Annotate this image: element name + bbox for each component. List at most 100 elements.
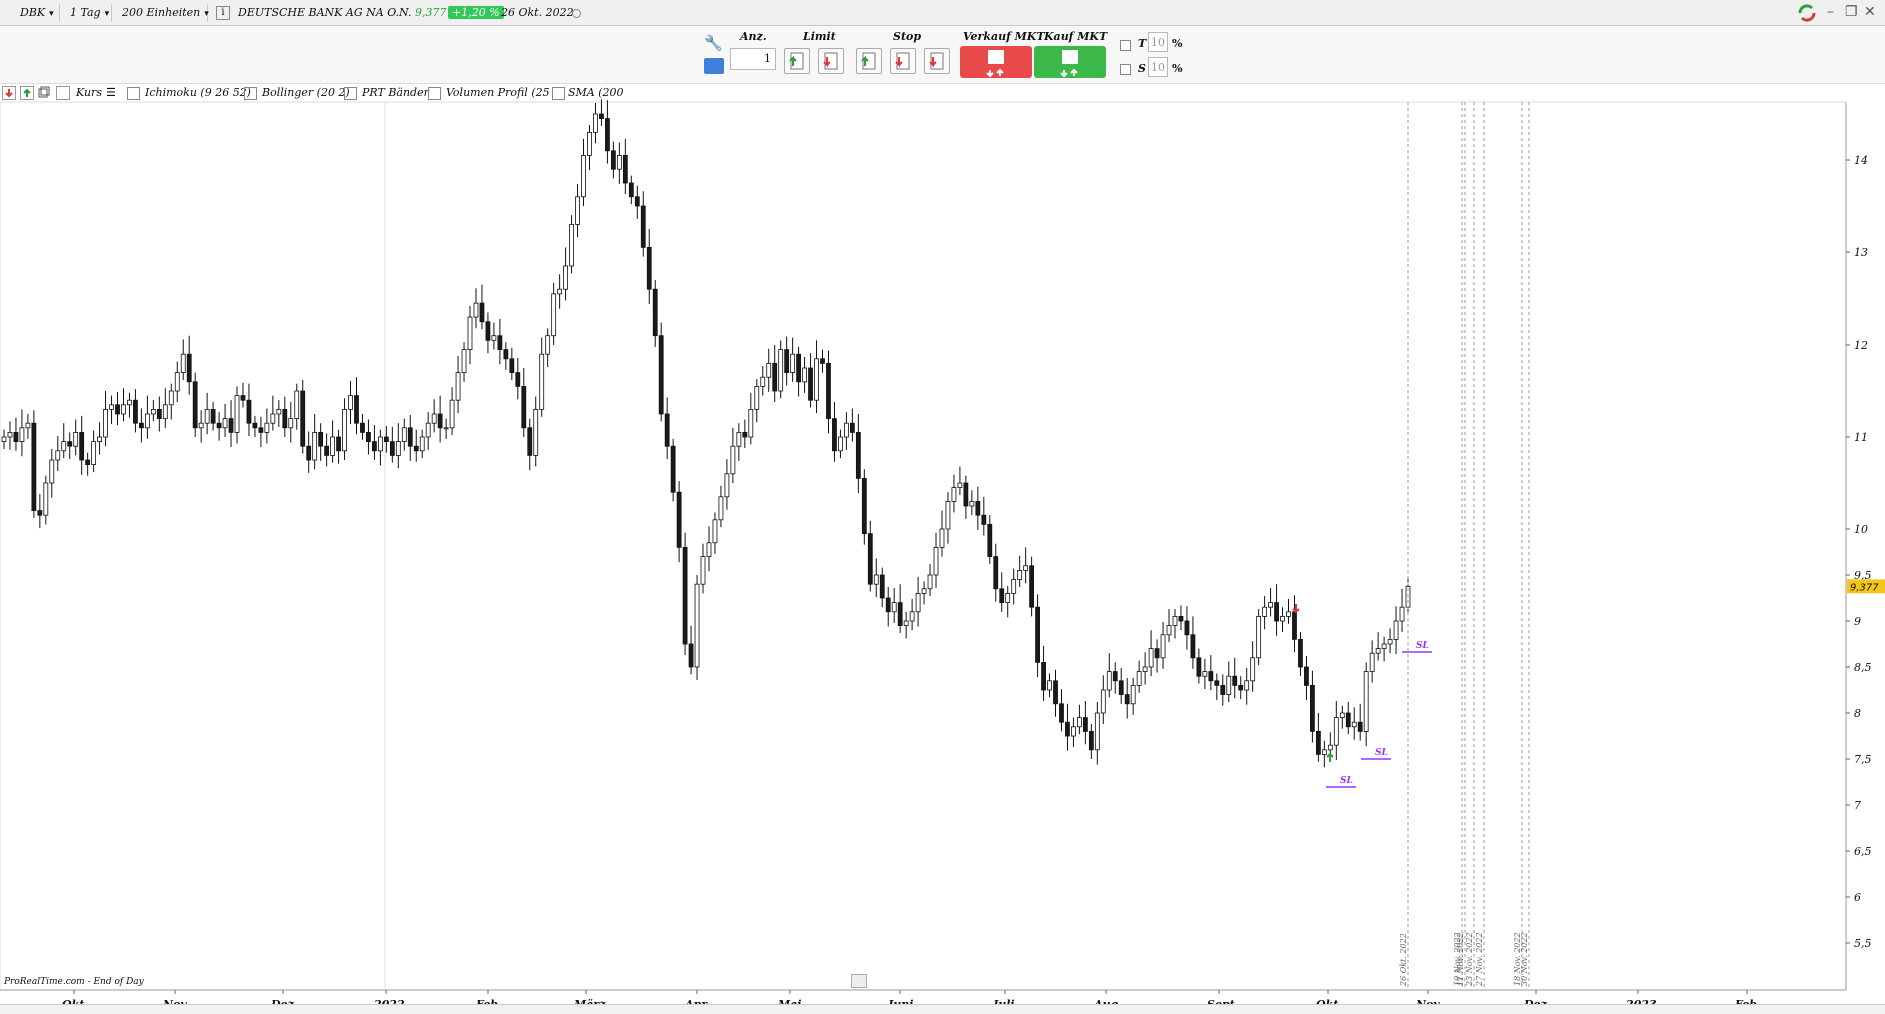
s-input[interactable]: 10	[1148, 57, 1168, 77]
candle-body	[551, 293, 557, 337]
candle-body	[31, 422, 37, 512]
indicator-kurs[interactable]: Kurs	[76, 86, 102, 99]
candle-body	[832, 418, 837, 452]
prt-bands-checkbox[interactable]	[344, 87, 357, 100]
candle-body	[276, 408, 282, 415]
candle-body	[1154, 648, 1160, 659]
qty-input[interactable]: 1	[730, 48, 776, 70]
stop-sell-button[interactable]	[890, 48, 916, 74]
candle-body	[461, 349, 467, 374]
candle-body	[796, 353, 802, 383]
limit-sell-button[interactable]	[818, 48, 844, 74]
stop-limit-button[interactable]	[924, 48, 950, 74]
volume-profile-checkbox[interactable]	[428, 87, 441, 100]
candle-body	[784, 349, 790, 374]
candle-body	[1357, 721, 1363, 732]
candle-body	[372, 441, 377, 452]
info-icon[interactable]: i	[216, 6, 230, 20]
candle-body	[1047, 680, 1052, 691]
bollinger-checkbox[interactable]	[244, 87, 257, 100]
candle-body	[969, 500, 975, 507]
stop-loss-label: SL	[1340, 776, 1353, 786]
candle-body	[1214, 680, 1220, 686]
symbol-select[interactable]: DBK ▾	[16, 4, 60, 22]
calendar-icon[interactable]	[851, 974, 867, 988]
candle-body	[479, 302, 485, 323]
candle-body	[1286, 611, 1291, 617]
sync-icon[interactable]	[1797, 4, 1817, 26]
candle-body	[348, 395, 353, 410]
candle-body	[252, 422, 258, 429]
ichimoku-checkbox[interactable]	[127, 87, 140, 100]
candle-body	[300, 390, 306, 447]
indicator-sma[interactable]: SMA (200	[568, 86, 624, 99]
candle-body	[473, 302, 479, 318]
checkbox-icon[interactable]	[56, 86, 70, 100]
candle-body	[294, 390, 300, 420]
candle-body	[700, 556, 706, 585]
stop-buy-button[interactable]	[856, 48, 882, 74]
candle-body	[49, 459, 55, 484]
candle-body	[622, 155, 628, 184]
indicator-volume-profile[interactable]: Volumen Profil (25	[446, 86, 550, 99]
candle-body	[204, 408, 210, 424]
candle-body	[198, 422, 204, 429]
candle-body	[401, 427, 407, 442]
restore-icon[interactable]: ❐	[1845, 4, 1858, 20]
sma-checkbox[interactable]	[552, 87, 565, 100]
indicator-prt-bands[interactable]: PRT Bänder	[362, 86, 429, 99]
candle-body	[1071, 726, 1076, 737]
list-icon[interactable]: ☰	[106, 86, 116, 99]
candle-body	[1315, 731, 1321, 755]
keypad-icon[interactable]	[704, 58, 724, 74]
candle-body	[1339, 712, 1345, 718]
stop-loss-checkbox[interactable]	[1120, 64, 1131, 75]
candle-body	[1244, 680, 1250, 691]
wrench-icon[interactable]: 🔧	[704, 34, 724, 54]
candle-body	[760, 376, 766, 387]
candle-body	[1220, 685, 1226, 696]
t-input[interactable]: 10	[1148, 32, 1168, 52]
candle-body	[360, 422, 365, 433]
y-tick-label: 8	[1854, 707, 1861, 720]
candle-body	[545, 335, 551, 355]
candle-body	[1011, 579, 1017, 594]
window-icon[interactable]	[38, 86, 50, 98]
y-tick-label: 8,5	[1854, 661, 1872, 674]
price-chart[interactable]: 5,566,577,588,599,51011121314Okt.Nov.Dez…	[0, 84, 1885, 1004]
candle-body	[127, 399, 132, 406]
candle-body	[1190, 634, 1196, 659]
quote-date: 26 Okt. 2022	[501, 6, 574, 19]
candle-body	[1017, 569, 1023, 580]
interval-select[interactable]: 1 Tag ▾	[66, 4, 112, 22]
candle-body	[485, 321, 491, 341]
units-select[interactable]: 200 Einheiten ▾	[118, 4, 209, 22]
candle-body	[366, 431, 371, 442]
buy-market-button[interactable]	[1034, 46, 1106, 78]
candle-body	[772, 362, 778, 392]
chevron-down-icon: ▾	[104, 9, 110, 19]
minimize-icon[interactable]: –	[1827, 4, 1834, 20]
indicator-bollinger[interactable]: Bollinger (20 2)	[262, 86, 350, 99]
indicator-ichimoku[interactable]: Ichimoku (9 26 52)	[145, 86, 251, 99]
candle-body	[1124, 694, 1130, 705]
candle-body	[246, 399, 252, 424]
candle-body	[79, 431, 85, 461]
close-icon[interactable]: ✕	[1864, 4, 1876, 20]
take-profit-checkbox[interactable]	[1120, 40, 1131, 51]
candle-body	[844, 422, 849, 438]
last-price-label: 9,377	[1850, 582, 1879, 593]
candle-body	[539, 353, 545, 410]
sell-arrow-icon[interactable]	[2, 86, 16, 100]
buy-arrow-icon[interactable]	[20, 86, 34, 100]
limit-buy-button[interactable]	[784, 48, 810, 74]
sell-mkt-label: Verkauf MKT	[963, 30, 1045, 43]
candle-body	[1393, 620, 1399, 640]
candle-body	[790, 353, 796, 374]
candle-body	[133, 399, 138, 424]
candle-body	[724, 473, 730, 498]
chevron-down-icon: ▾	[204, 9, 209, 19]
sell-market-button[interactable]	[960, 46, 1032, 78]
candle-body	[216, 422, 222, 429]
candle-body	[168, 390, 174, 406]
